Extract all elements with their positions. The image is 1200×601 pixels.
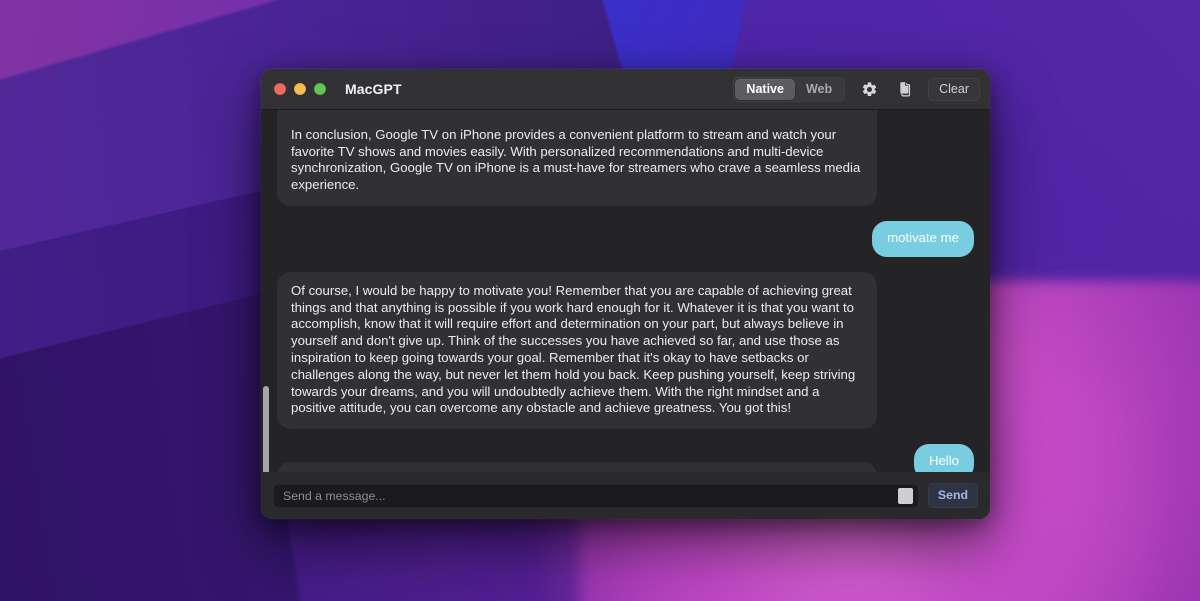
message-paragraph: In conclusion, Google TV on iPhone provi…: [291, 126, 861, 193]
message-row-assistant: aspects of the experience. In conclusion…: [277, 110, 974, 206]
assistant-message-bubble: Of course, I would be happy to motivate …: [277, 271, 877, 430]
message-composer: Send a message... Send: [261, 472, 990, 519]
copy-conversation-button[interactable]: [893, 78, 915, 100]
titlebar-controls: Native Web Clear: [733, 76, 980, 102]
chat-scrollbar-thumb[interactable]: [263, 386, 269, 472]
clear-button[interactable]: Clear: [928, 77, 980, 101]
close-window-button[interactable]: [274, 83, 286, 95]
input-trailing-indicator[interactable]: [897, 487, 913, 504]
segment-native[interactable]: Native: [735, 78, 795, 100]
segment-web[interactable]: Web: [795, 79, 843, 100]
macgpt-window: MacGPT Native Web Clear In conclusion, G…: [261, 69, 990, 519]
user-message-bubble: Hello: [913, 444, 974, 472]
maximize-window-button[interactable]: [314, 83, 326, 95]
user-message-bubble: motivate me: [872, 220, 974, 257]
message-paragraph: aspects of the experience.: [291, 110, 863, 112]
message-list: aspects of the experience. In conclusion…: [277, 110, 974, 472]
copy-documents-icon: [896, 80, 913, 98]
message-row-assistant: Of course, I would be happy to motivate …: [277, 271, 974, 430]
send-button[interactable]: Send: [927, 483, 978, 508]
chat-scroll-area[interactable]: aspects of the experience. In conclusion…: [261, 110, 990, 472]
window-titlebar[interactable]: MacGPT Native Web Clear: [261, 69, 990, 110]
window-title: MacGPT: [345, 81, 402, 97]
traffic-light-group: [274, 83, 326, 95]
message-row-user: motivate me: [277, 220, 974, 257]
assistant-message-bubble: aspects of the experience. In conclusion…: [277, 110, 877, 206]
partial-message-bubble: [277, 462, 877, 472]
mode-segmented-control[interactable]: Native Web: [733, 76, 846, 102]
minimize-window-button[interactable]: [294, 83, 306, 95]
gear-icon: [861, 81, 878, 98]
settings-button[interactable]: [858, 78, 880, 100]
message-paragraph: Of course, I would be happy to motivate …: [291, 282, 856, 416]
message-input-placeholder: Send a message...: [283, 488, 386, 503]
message-input[interactable]: Send a message...: [273, 483, 919, 508]
